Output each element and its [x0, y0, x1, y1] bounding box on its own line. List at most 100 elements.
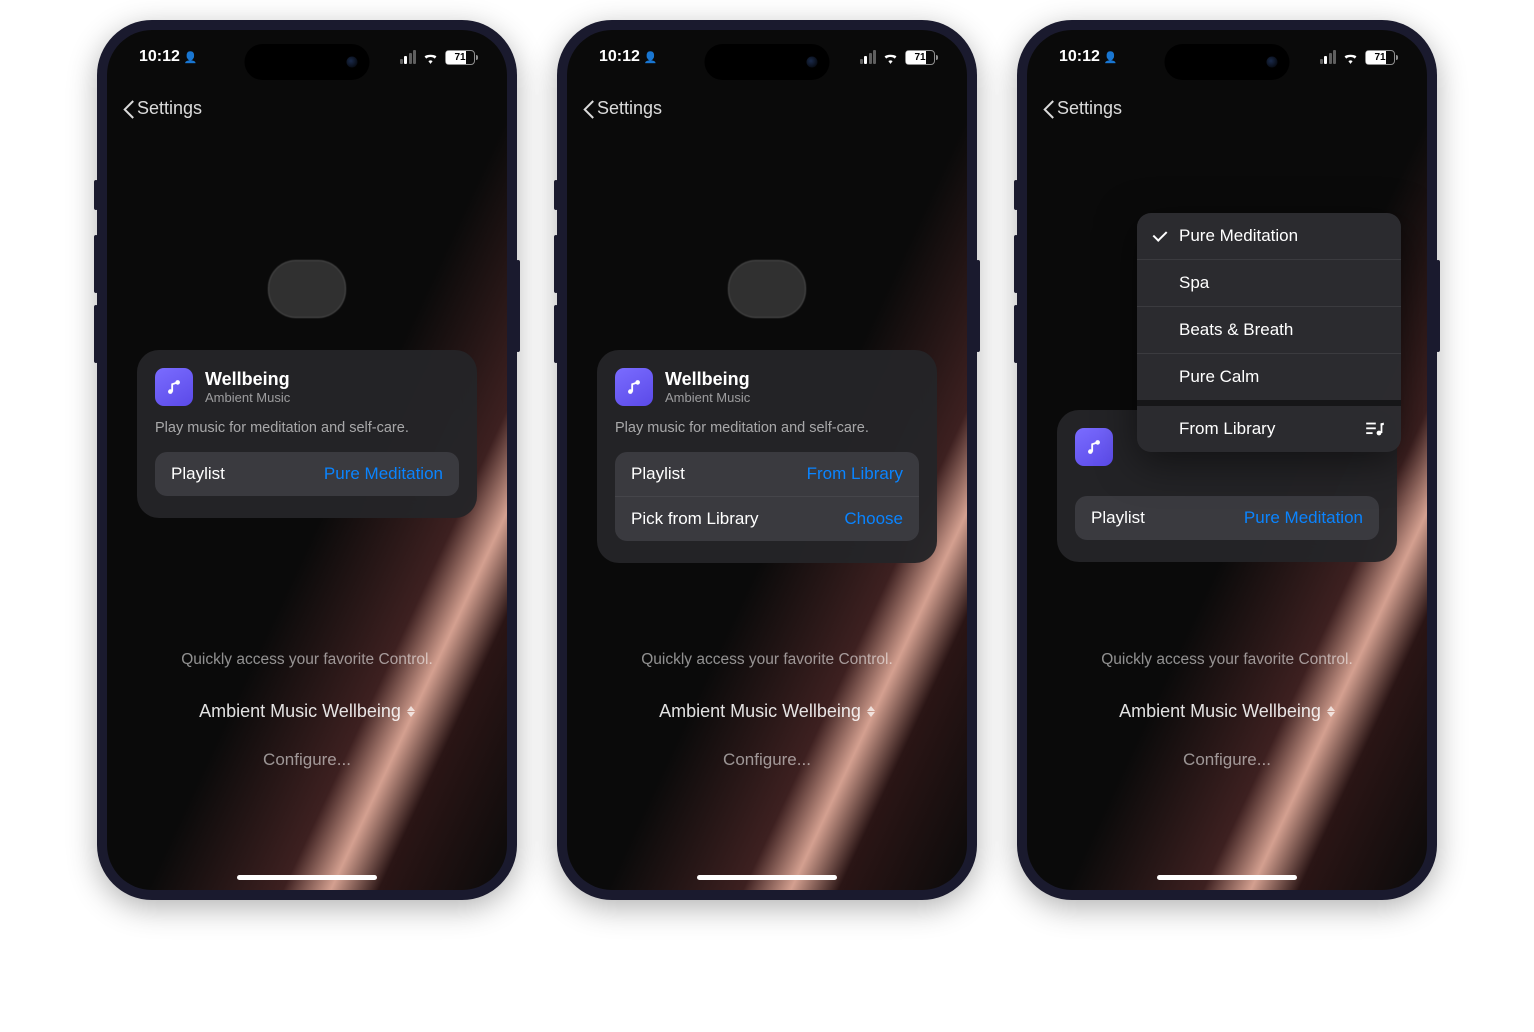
bg-widget — [728, 260, 806, 318]
chevron-left-icon — [583, 99, 595, 119]
mute-switch[interactable] — [554, 180, 558, 210]
config-card: Wellbeing Ambient Music Play music for m… — [137, 350, 477, 518]
screen-1: 10:12 👤 71 Settings Wellbeing Ambient Mu — [107, 30, 507, 890]
home-indicator[interactable] — [1157, 875, 1297, 880]
wellbeing-app-icon — [155, 368, 193, 406]
home-indicator[interactable] — [237, 875, 377, 880]
menu-label: Pure Meditation — [1179, 226, 1298, 246]
control-name: Ambient Music Wellbeing — [659, 701, 861, 722]
configure-button[interactable]: Configure... — [1027, 750, 1427, 770]
volume-down-button[interactable] — [1014, 305, 1018, 363]
bottom-section: Quickly access your favorite Control. Am… — [1027, 645, 1427, 770]
controls-hint: Quickly access your favorite Control. — [567, 651, 967, 669]
updown-icon — [407, 706, 415, 717]
chevron-left-icon — [1043, 99, 1055, 119]
power-button[interactable] — [516, 260, 520, 352]
battery-icon: 71 — [445, 50, 475, 65]
cellular-icon — [1320, 50, 1337, 64]
control-selector[interactable]: Ambient Music Wellbeing — [1119, 701, 1335, 722]
playlist-label: Playlist — [631, 464, 685, 484]
menu-label: Spa — [1179, 273, 1209, 293]
back-button[interactable]: Settings — [1043, 98, 1122, 119]
menu-label: Pure Calm — [1179, 367, 1259, 387]
updown-icon — [867, 706, 875, 717]
playlist-label: Playlist — [171, 464, 225, 484]
control-selector[interactable]: Ambient Music Wellbeing — [199, 701, 415, 722]
menu-option-pure-calm[interactable]: Pure Calm — [1137, 353, 1401, 400]
dynamic-island — [705, 44, 830, 80]
control-name: Ambient Music Wellbeing — [1119, 701, 1321, 722]
cellular-icon — [400, 50, 417, 64]
screen-3: 10:12 👤 71 Settings Wellbeing Ambient Mu… — [1027, 30, 1427, 890]
volume-up-button[interactable] — [94, 235, 98, 293]
menu-option-beats-breath[interactable]: Beats & Breath — [1137, 306, 1401, 353]
status-time: 10:12 — [599, 48, 640, 66]
chevron-left-icon — [123, 99, 135, 119]
dynamic-island — [245, 44, 370, 80]
card-subtitle: Ambient Music — [665, 390, 750, 405]
volume-down-button[interactable] — [554, 305, 558, 363]
bottom-section: Quickly access your favorite Control. Am… — [567, 645, 967, 770]
power-button[interactable] — [976, 260, 980, 352]
wifi-icon — [422, 51, 439, 64]
music-list-icon — [1365, 421, 1385, 437]
playlist-value: From Library — [807, 464, 903, 484]
configure-button[interactable]: Configure... — [107, 750, 507, 770]
config-card: Wellbeing Ambient Music Play music for m… — [597, 350, 937, 563]
dynamic-island — [1165, 44, 1290, 80]
back-button[interactable]: Settings — [583, 98, 662, 119]
checkmark-icon — [1151, 228, 1169, 244]
card-description: Play music for meditation and self-care. — [615, 420, 919, 436]
card-description: Play music for meditation and self-care. — [155, 420, 459, 436]
card-title: Wellbeing — [665, 369, 750, 390]
playlist-row[interactable]: Playlist Pure Meditation — [1075, 496, 1379, 540]
mute-switch[interactable] — [94, 180, 98, 210]
pick-from-library-row[interactable]: Pick from Library Choose — [615, 496, 919, 541]
controls-hint: Quickly access your favorite Control. — [1027, 651, 1427, 669]
playlist-value: Pure Meditation — [324, 464, 443, 484]
controls-hint: Quickly access your favorite Control. — [107, 651, 507, 669]
power-button[interactable] — [1436, 260, 1440, 352]
control-selector[interactable]: Ambient Music Wellbeing — [659, 701, 875, 722]
battery-icon: 71 — [905, 50, 935, 65]
control-name: Ambient Music Wellbeing — [199, 701, 401, 722]
configure-button[interactable]: Configure... — [567, 750, 967, 770]
card-title: Wellbeing — [205, 369, 290, 390]
cellular-icon — [860, 50, 877, 64]
back-button[interactable]: Settings — [123, 98, 202, 119]
back-label: Settings — [137, 98, 202, 119]
home-indicator[interactable] — [697, 875, 837, 880]
menu-label: From Library — [1179, 419, 1275, 439]
bottom-section: Quickly access your favorite Control. Am… — [107, 645, 507, 770]
status-time: 10:12 — [139, 48, 180, 66]
pick-label: Pick from Library — [631, 509, 759, 529]
updown-icon — [1327, 706, 1335, 717]
phone-3: 10:12 👤 71 Settings Wellbeing Ambient Mu… — [1017, 20, 1437, 900]
playlist-row[interactable]: Playlist Pure Meditation — [155, 452, 459, 496]
volume-up-button[interactable] — [1014, 235, 1018, 293]
volume-down-button[interactable] — [94, 305, 98, 363]
wellbeing-app-icon — [1075, 428, 1113, 466]
wifi-icon — [1342, 51, 1359, 64]
playlist-label: Playlist — [1091, 508, 1145, 528]
menu-option-from-library[interactable]: From Library — [1137, 400, 1401, 452]
person-icon: 👤 — [184, 51, 198, 64]
wifi-icon — [882, 51, 899, 64]
menu-option-spa[interactable]: Spa — [1137, 259, 1401, 306]
mute-switch[interactable] — [1014, 180, 1018, 210]
menu-option-pure-meditation[interactable]: Pure Meditation — [1137, 213, 1401, 259]
playlist-value: Pure Meditation — [1244, 508, 1363, 528]
back-label: Settings — [597, 98, 662, 119]
back-label: Settings — [1057, 98, 1122, 119]
playlist-menu: Pure Meditation Spa Beats & Breath Pure … — [1137, 213, 1401, 452]
person-icon: 👤 — [644, 51, 658, 64]
person-icon: 👤 — [1104, 51, 1118, 64]
pick-value: Choose — [844, 509, 903, 529]
battery-icon: 71 — [1365, 50, 1395, 65]
phone-1: 10:12 👤 71 Settings Wellbeing Ambient Mu — [97, 20, 517, 900]
volume-up-button[interactable] — [554, 235, 558, 293]
playlist-row[interactable]: Playlist From Library — [615, 452, 919, 496]
menu-label: Beats & Breath — [1179, 320, 1293, 340]
bg-widget — [268, 260, 346, 318]
wellbeing-app-icon — [615, 368, 653, 406]
